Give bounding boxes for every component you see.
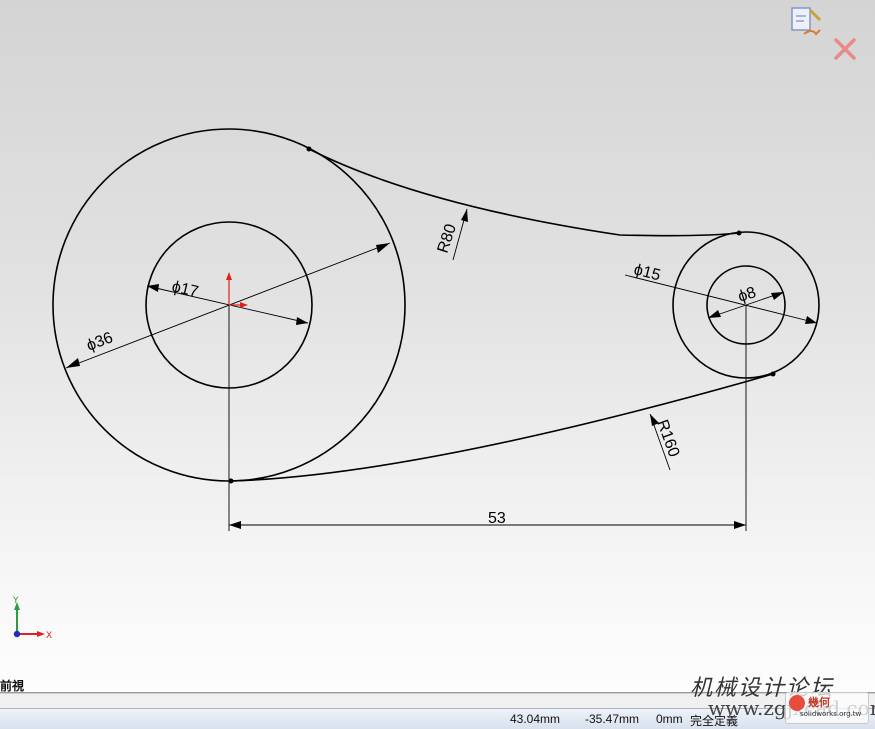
status-x-coordinate: 43.04mm — [510, 712, 561, 726]
arrowhead — [229, 521, 241, 529]
watermark-badge-url: solidworks.org.tw — [800, 710, 862, 718]
sketch-point[interactable] — [228, 478, 234, 484]
exit-sketch-icon[interactable] — [790, 4, 824, 42]
arrowhead — [771, 292, 784, 300]
arrowhead — [734, 521, 746, 529]
dim-text-dia8[interactable]: ϕ8 — [736, 284, 758, 306]
sketch-point[interactable] — [770, 371, 776, 377]
status-y-coordinate: -35.47mm — [585, 712, 640, 726]
arrowhead — [376, 243, 390, 253]
dim-text-dia15[interactable]: ϕ15 — [632, 261, 662, 284]
arrowhead — [708, 310, 721, 318]
arc-r160[interactable] — [230, 373, 774, 482]
sketch-point[interactable] — [736, 230, 742, 236]
dim-text-r160[interactable]: R160 — [653, 418, 682, 460]
watermark-badge-name: 幾何 — [808, 696, 830, 709]
arrowhead — [461, 209, 468, 222]
status-z-coordinate: 0mm — [656, 712, 683, 726]
triad-y-label: Y — [12, 596, 19, 606]
arrowhead — [805, 316, 817, 324]
dim-line-dia36[interactable] — [65, 242, 391, 369]
close-icon[interactable] — [832, 36, 858, 62]
dim-text-53[interactable]: 53 — [488, 510, 506, 527]
sketch-viewport[interactable]: ϕ36 ϕ17 ϕ15 ϕ8 R80 R160 53 Y X — [0, 0, 875, 728]
triad-x-label: X — [46, 631, 52, 641]
arc-r80[interactable] — [308, 148, 740, 237]
arrowhead — [296, 317, 308, 325]
origin-icon[interactable] — [226, 272, 248, 308]
sketch-point[interactable] — [306, 146, 312, 152]
coordinate-triad: Y X — [12, 596, 52, 641]
watermark-logo-icon — [789, 695, 805, 711]
arrowhead — [66, 358, 80, 368]
watermark-badge: 幾何 solidworks.org.tw — [785, 692, 869, 724]
dim-text-dia17[interactable]: ϕ17 — [170, 278, 200, 301]
